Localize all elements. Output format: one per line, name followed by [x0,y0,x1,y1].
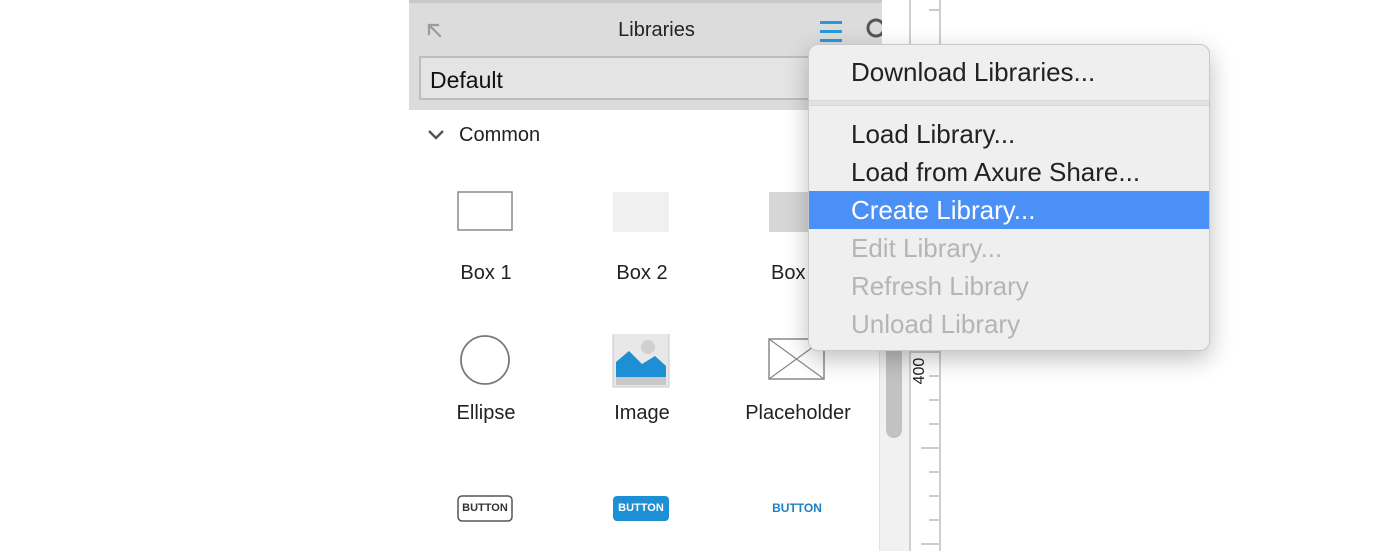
widget-box-2[interactable]: Box 2 [567,190,717,300]
button-widget-text: BUTTON [462,502,508,514]
chevron-down-icon [427,128,445,142]
widget-label: Box 1 [460,262,512,284]
hamburger-menu-icon[interactable] [819,19,843,45]
box-1-icon [411,190,561,250]
library-select-value: Default [430,67,503,93]
menu-item-load-from-axure-share[interactable]: Load from Axure Share... [809,153,1209,191]
menu-item-load-library[interactable]: Load Library... [809,115,1209,153]
menu-item-refresh-library: Refresh Library [851,271,1029,301]
widget-box-1[interactable]: Box 1 [411,190,561,300]
ruler-label: 400 [909,355,931,389]
libraries-dropdown-menu: Download Libraries... Load Library... Lo… [808,44,1210,351]
widget-primary-button[interactable]: BUTTON [567,490,717,530]
button-widget-text: BUTTON [772,501,822,515]
widget-link-button[interactable]: BUTTON [723,490,873,530]
widget-image[interactable]: Image [567,331,717,444]
menu-item-download-libraries[interactable]: Download Libraries... [809,53,1209,91]
widget-label: Ellipse [456,402,516,424]
menu-separator [809,100,1209,106]
menu-item-edit-library: Edit Library... [851,233,1003,263]
section-label: Common [459,124,541,146]
widget-label: Placeholder [745,402,851,424]
image-icon [567,331,717,394]
ellipse-icon [411,334,561,394]
widget-label: Box 2 [616,262,668,284]
widget-button[interactable]: BUTTON [411,490,561,530]
widget-ellipse[interactable]: Ellipse [411,334,561,444]
button-widget-text: BUTTON [618,502,664,514]
menu-item-create-library[interactable]: Create Library... [809,191,1209,229]
widget-label: Image [614,402,670,424]
menu-item-unload-library: Unload Library [851,309,1021,339]
box-2-icon [567,190,717,250]
search-icon[interactable] [865,17,882,45]
panel-title: Libraries [618,19,695,41]
ruler-value: 400 [911,357,928,385]
